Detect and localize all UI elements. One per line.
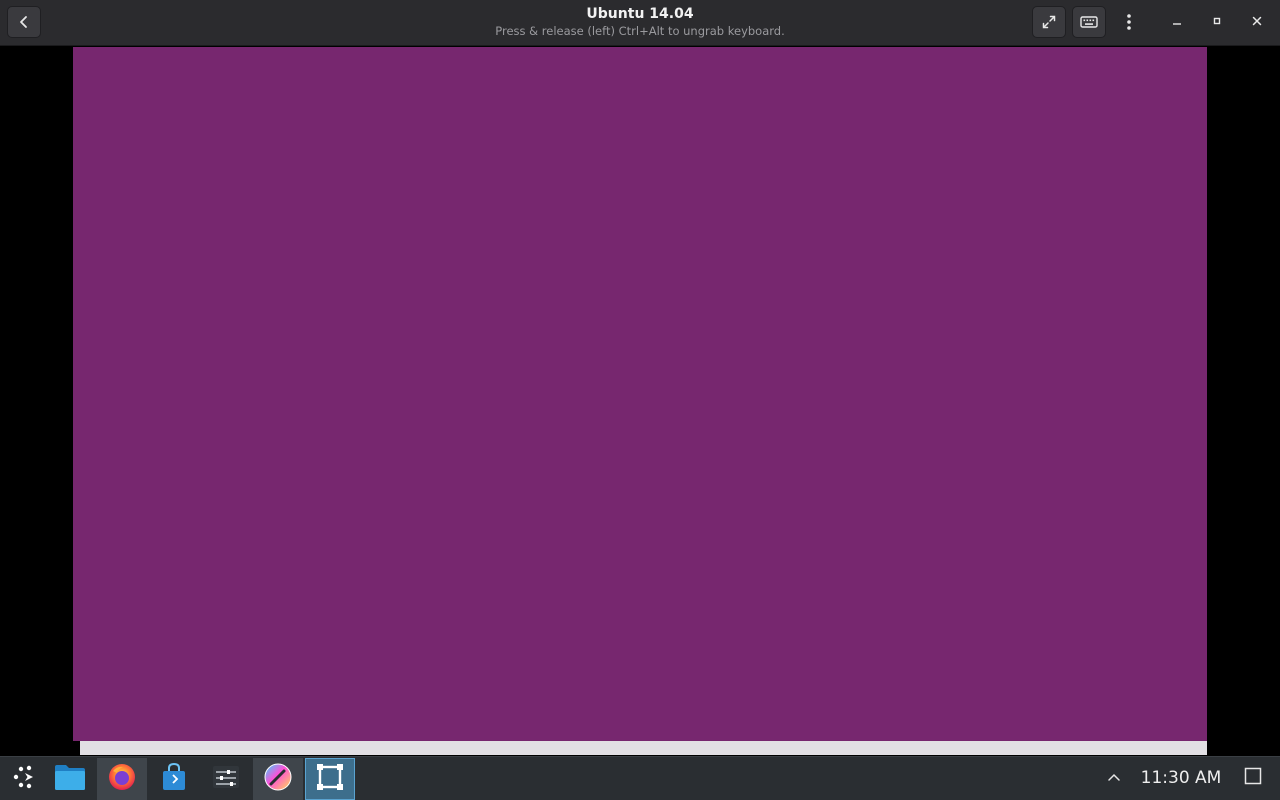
taskbar bbox=[0, 756, 1280, 800]
firefox-icon bbox=[107, 762, 137, 797]
taskbar-item-krita[interactable] bbox=[253, 758, 303, 800]
minimize-icon bbox=[1171, 14, 1183, 32]
fullscreen-icon bbox=[1041, 14, 1057, 30]
close-icon bbox=[1251, 14, 1263, 32]
minimize-button[interactable] bbox=[1165, 11, 1189, 35]
maximize-icon bbox=[1211, 14, 1223, 32]
krita-icon bbox=[263, 762, 293, 797]
launcher-icon bbox=[12, 764, 38, 795]
window-title: Ubuntu 14.04 bbox=[586, 6, 694, 22]
boxes-icon bbox=[315, 762, 345, 797]
fullscreen-button[interactable] bbox=[1032, 6, 1066, 38]
taskbar-item-software-store[interactable] bbox=[149, 758, 199, 800]
taskbar-item-settings[interactable] bbox=[201, 758, 251, 800]
send-keys-button[interactable] bbox=[1072, 6, 1106, 38]
store-bag-icon bbox=[160, 762, 188, 797]
window-menu-button[interactable] bbox=[1112, 6, 1146, 38]
chevron-up-icon bbox=[1107, 769, 1121, 787]
window-header-bar: Ubuntu 14.04 Press & release (left) Ctrl… bbox=[0, 0, 1280, 46]
taskbar-item-boxes[interactable] bbox=[305, 758, 355, 800]
window-title-group: Ubuntu 14.04 Press & release (left) Ctrl… bbox=[340, 5, 940, 40]
keyboard-icon bbox=[1080, 15, 1098, 29]
sliders-icon bbox=[212, 765, 240, 794]
show-desktop-button[interactable] bbox=[1242, 767, 1264, 789]
vm-display[interactable] bbox=[73, 47, 1207, 741]
back-button[interactable] bbox=[7, 6, 41, 38]
taskbar-item-firefox[interactable] bbox=[97, 758, 147, 800]
kebab-menu-icon bbox=[1126, 13, 1132, 31]
taskbar-clock[interactable]: 11:30 AM bbox=[1134, 766, 1228, 790]
back-arrow-icon bbox=[17, 15, 31, 29]
application-launcher-button[interactable] bbox=[0, 758, 50, 800]
window-subtitle: Press & release (left) Ctrl+Alt to ungra… bbox=[495, 24, 785, 38]
taskbar-item-files[interactable] bbox=[45, 758, 95, 800]
close-button[interactable] bbox=[1245, 11, 1269, 35]
show-desktop-icon bbox=[1244, 767, 1262, 790]
system-tray-expand-button[interactable] bbox=[1104, 767, 1124, 789]
vm-display-bottom-strip bbox=[80, 741, 1207, 755]
maximize-button[interactable] bbox=[1205, 11, 1229, 35]
folder-icon bbox=[54, 763, 86, 796]
